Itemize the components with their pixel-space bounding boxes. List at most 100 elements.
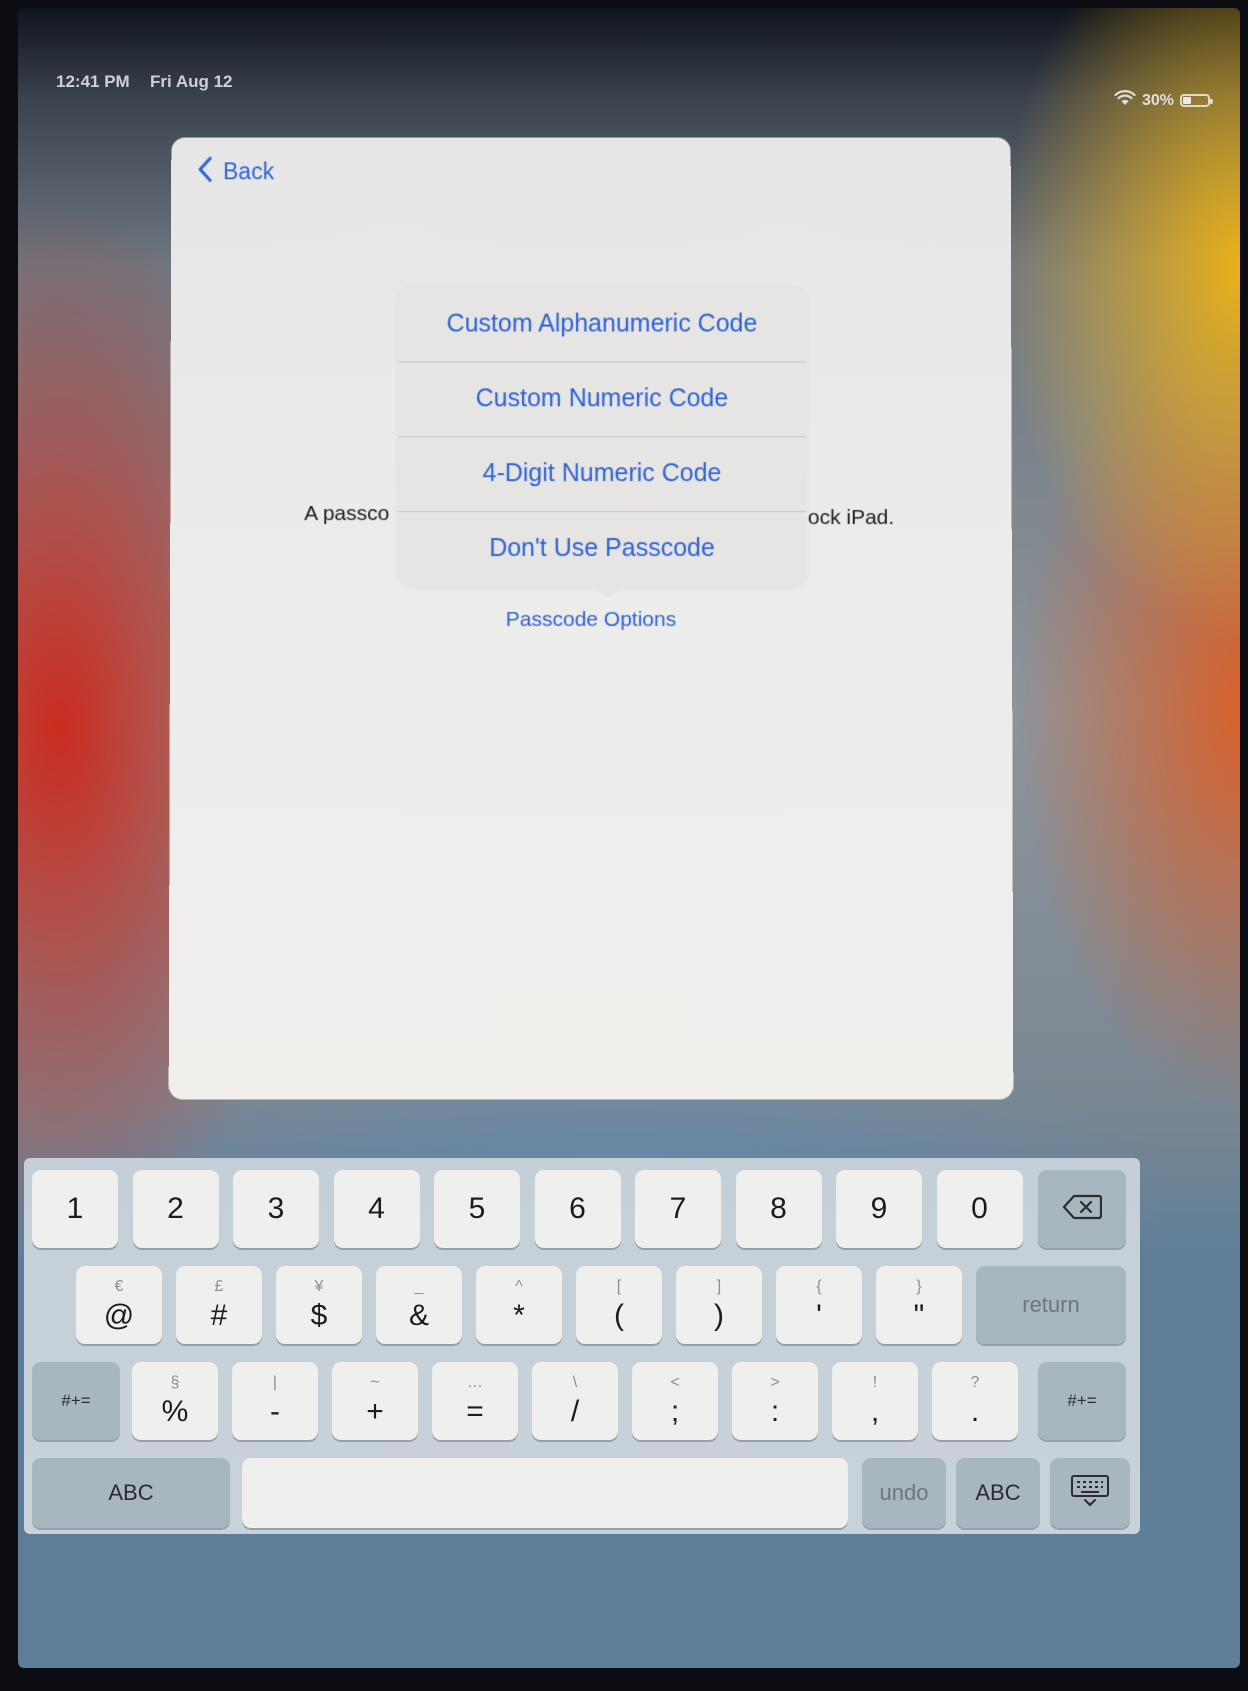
key-row2-4[interactable]: ^ *: [476, 1266, 562, 1344]
key-3-label: 4: [368, 1192, 385, 1225]
key-row2-2-alt: ¥: [314, 1278, 324, 1295]
popover-arrow: [593, 586, 622, 599]
key-0-label: 1: [66, 1192, 84, 1225]
return-key[interactable]: return: [976, 1266, 1126, 1344]
key-row3-6[interactable]: >:: [732, 1362, 818, 1440]
key-row2-7[interactable]: {': [776, 1266, 862, 1344]
key-3[interactable]: 4: [333, 1170, 420, 1248]
key-row3-2-alt: ~: [370, 1374, 380, 1391]
key-row2-0[interactable]: € @: [76, 1266, 162, 1344]
shift-symbols-left-key[interactable]: #+=: [32, 1362, 120, 1440]
key-row2-6-label: ): [714, 1299, 724, 1332]
status-date: Fri Aug 12: [150, 72, 233, 91]
key-7[interactable]: 8: [735, 1170, 822, 1248]
shift-label-left: #+=: [61, 1391, 91, 1410]
key-row3-7-alt: !: [872, 1374, 878, 1391]
delete-key[interactable]: [1038, 1170, 1126, 1248]
key-row3-7[interactable]: !,: [832, 1362, 918, 1440]
key-2-label: 3: [267, 1192, 285, 1225]
abc-left-key[interactable]: ABC: [32, 1458, 230, 1528]
key-row2-8-alt: }: [916, 1278, 922, 1295]
key-5[interactable]: 6: [534, 1170, 621, 1248]
key-row2-6[interactable]: ]): [676, 1266, 762, 1344]
key-row3-2-label: +: [366, 1395, 384, 1428]
back-button[interactable]: Back: [197, 155, 274, 188]
abc-left-label: ABC: [108, 1480, 154, 1505]
abc-right-key[interactable]: ABC: [956, 1458, 1040, 1528]
shift-symbols-right-key[interactable]: #+=: [1038, 1362, 1126, 1440]
key-row3-8-alt: ?: [970, 1374, 980, 1391]
option-custom-alphanumeric[interactable]: Custom Alphanumeric Code: [398, 286, 806, 363]
wifi-icon: [1114, 90, 1136, 111]
key-row3-6-alt: >: [770, 1374, 780, 1391]
key-row3-0-alt: §: [170, 1374, 180, 1391]
key-row3-8[interactable]: ?.: [932, 1362, 1018, 1440]
key-row2-7-label: ': [816, 1299, 822, 1332]
shift-label-right: #+=: [1067, 1391, 1097, 1410]
battery-cap: [1210, 99, 1213, 104]
key-row2-3[interactable]: _ &: [376, 1266, 462, 1344]
key-row2-1-label: #: [210, 1299, 228, 1332]
key-row3-1[interactable]: | -: [232, 1362, 318, 1440]
key-row3-5[interactable]: <;: [632, 1362, 718, 1440]
abc-right-label: ABC: [975, 1480, 1021, 1505]
key-row3-2[interactable]: ~ +: [332, 1362, 418, 1440]
key-row3-4[interactable]: \ /: [532, 1362, 618, 1440]
key-row2-4-label: *: [513, 1299, 525, 1332]
key-row3-5-alt: <: [670, 1374, 680, 1391]
description-right: ock iPad.: [807, 506, 895, 530]
key-row2-3-alt: _: [414, 1278, 424, 1295]
status-bar: 12:41 PM Fri Aug 12 30%: [18, 8, 1240, 118]
key-row3-7-label: ,: [870, 1395, 880, 1428]
key-row3-1-label: -: [270, 1395, 280, 1428]
key-row2-3-label: &: [408, 1299, 429, 1332]
key-2[interactable]: 3: [233, 1170, 319, 1248]
key-1[interactable]: 2: [132, 1170, 219, 1248]
hide-keyboard-key[interactable]: [1050, 1458, 1130, 1528]
undo-key[interactable]: undo: [862, 1458, 946, 1528]
keyboard-hide-icon: [1070, 1474, 1110, 1513]
key-row2-8[interactable]: } ": [876, 1266, 962, 1344]
key-4[interactable]: 5: [434, 1170, 520, 1248]
key-row2-6-alt: ]: [716, 1278, 722, 1295]
key-row2-1[interactable]: £ #: [176, 1266, 262, 1344]
key-row2-5-label: (: [614, 1299, 624, 1332]
key-row2-7-alt: {: [816, 1278, 822, 1295]
key-row2-0-label: @: [103, 1299, 135, 1332]
status-indicators: 30%: [1114, 90, 1213, 111]
key-row3-0-label: %: [161, 1395, 189, 1428]
key-9-label: 0: [971, 1192, 988, 1225]
key-row3-3[interactable]: … =: [432, 1362, 518, 1440]
battery-fill: [1183, 97, 1191, 104]
delete-icon: [1062, 1194, 1103, 1225]
key-1-label: 2: [167, 1192, 184, 1225]
passcode-options-popover: Custom Alphanumeric Code Custom Numeric …: [398, 286, 806, 599]
key-row3-4-alt: \: [572, 1374, 578, 1391]
key-8[interactable]: 9: [836, 1170, 922, 1248]
key-5-label: 6: [569, 1192, 586, 1225]
option-4-digit[interactable]: 4-Digit Numeric Code: [398, 436, 806, 513]
key-6-label: 7: [669, 1192, 687, 1225]
key-row3-5-label: ;: [670, 1395, 680, 1428]
option-dont-use-passcode[interactable]: Don't Use Passcode: [398, 511, 806, 586]
key-7-label: 8: [770, 1192, 787, 1225]
key-8-label: 9: [870, 1192, 888, 1225]
key-row2-5-alt: [: [616, 1278, 622, 1295]
key-row3-3-alt: …: [467, 1374, 483, 1391]
key-row3-6-label: :: [770, 1395, 780, 1428]
option-custom-numeric[interactable]: Custom Numeric Code: [398, 361, 806, 438]
key-4-label: 5: [468, 1192, 486, 1225]
key-row3-3-label: =: [466, 1395, 484, 1428]
status-time: 12:41 PM: [56, 72, 130, 91]
key-9[interactable]: 0: [936, 1170, 1023, 1248]
key-0[interactable]: 1: [32, 1170, 118, 1248]
passcode-options-link[interactable]: Passcode Options: [170, 608, 1012, 632]
key-row3-8-label: .: [970, 1395, 980, 1428]
space-key[interactable]: [242, 1458, 848, 1528]
key-row3-0[interactable]: §%: [132, 1362, 218, 1440]
key-6[interactable]: 7: [635, 1170, 721, 1248]
chevron-left-icon: [197, 155, 213, 188]
key-row2-1-alt: £: [214, 1278, 224, 1295]
key-row2-2[interactable]: ¥ $: [276, 1266, 362, 1344]
key-row2-5[interactable]: [(: [576, 1266, 662, 1344]
